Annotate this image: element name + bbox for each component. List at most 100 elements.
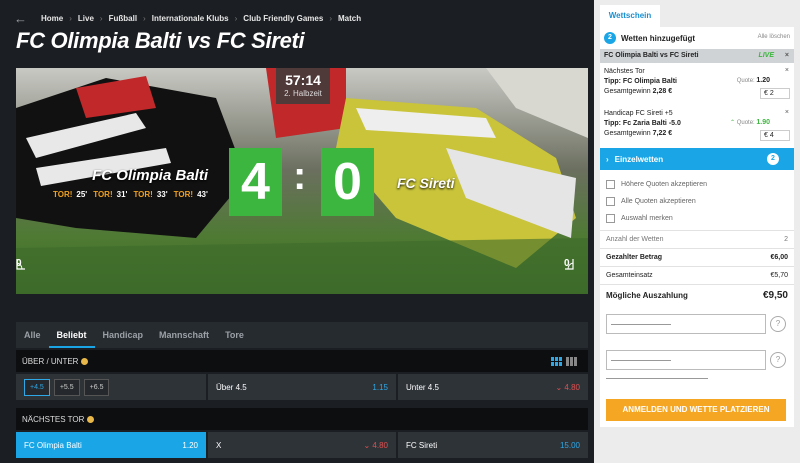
chevron-right-icon: › [69,13,72,23]
away-team-name: FC Sireti [397,175,455,191]
away-odds-button[interactable]: FC Sireti 15.00 [398,432,588,458]
over-under-row: +4.5 +5.5 +6.5 Über 4.5 1.15 Unter 4.5 ⌄… [16,374,588,400]
close-icon[interactable]: × [785,49,789,63]
page-title: FC Olimpia Balti vs FC Sireti [16,28,305,53]
over-odds-button[interactable]: Über 4.5 1.15 [208,374,396,400]
draw-odds-button[interactable]: X ⌄ 4.80 [208,432,396,458]
home-score: 4 [229,148,282,216]
betslip-header: 2 Wetten hinzugefügt Alle löschen [600,27,794,49]
home-odds-button[interactable]: FC Olimpia Balti 1.20 [16,432,206,458]
line-chip[interactable]: +5.5 [53,378,80,396]
grid-view-icon[interactable] [551,357,563,366]
chevron-right-icon: › [329,13,332,23]
checkbox[interactable] [606,214,615,223]
info-coin-icon [87,415,95,423]
bet-quote: Quote: 1.20 [736,77,770,84]
breadcrumb-competition[interactable]: Club Friendly Games [243,14,323,23]
breadcrumb-league[interactable]: Internationale Klubs [152,14,229,23]
market-tabs: Alle Beliebt Handicap Mannschaft Tore [16,322,588,348]
away-label: FC Sireti [406,440,438,450]
goal-label: TOR! [53,190,73,199]
next-goal-title: NÄCHSTES TOR [22,414,85,424]
summary-paid: Gezahlter Betrag €6,00 [600,248,794,266]
summary-stake: Gesamteinsatz €5,70 [600,266,794,284]
next-goal-header: NÄCHSTES TOR [16,408,588,430]
close-icon[interactable]: × [785,109,789,116]
under-odds-button[interactable]: Unter 4.5 ⌄ 4.80 [398,374,588,400]
singles-bar[interactable]: › Einzelwetten 2 [600,148,794,170]
close-icon[interactable]: × [785,67,789,74]
line-chip[interactable]: +4.5 [24,378,50,396]
match-clock: 57:14 2. Halbzeit [276,68,330,104]
draw-label: X [216,440,222,450]
betslip-match-name: FC Olimpia Balti vs FC Sireti [604,52,699,59]
help-icon[interactable]: ? [770,316,786,332]
away-corners: 0 [564,258,574,270]
breadcrumb-live[interactable]: Live [78,14,94,23]
home-corners: 0 [16,258,25,270]
help-icon[interactable]: ? [770,352,786,368]
breadcrumb-match[interactable]: Match [338,14,361,23]
clear-all-link[interactable]: Alle löschen [758,34,790,40]
away-score: 0 [321,148,374,216]
line-selector: +4.5 +5.5 +6.5 [16,374,206,400]
option-remember[interactable]: Auswahl merken [606,214,673,223]
breadcrumb-sport[interactable]: Fußball [109,14,137,23]
scoreboard-hero: 57:14 2. Halbzeit FC Olimpia Balti TOR! 2… [16,68,588,294]
divider [606,378,708,379]
score-separator: : [293,154,307,198]
tab-handicap[interactable]: Handicap [95,322,152,348]
over-label: Über 4.5 [216,382,247,392]
under-odds: ⌄ 4.80 [555,382,580,392]
goal-list: TOR! 25' TOR! 31' TOR! 33' TOR! 43' [53,190,210,199]
checkbox[interactable] [606,197,615,206]
goal-minute: 33' [156,190,168,199]
home-odds: 1.20 [182,440,198,450]
stake-input[interactable]: € 4 [760,130,790,141]
match-period: 2. Halbzeit [284,89,322,98]
singles-count-badge: 2 [767,153,779,165]
option-higher-odds[interactable]: Höhere Quoten akzeptieren [606,180,707,189]
chevron-right-icon: › [606,154,609,164]
betslip-panel: Wettschein 2 Wetten hinzugefügt Alle lös… [594,0,800,463]
bet-item: Nächstes Tor Tipp: FC Olimpia Balti Gesa… [600,67,794,99]
summary-payout: Mögliche Auszahlung €9,50 [600,284,794,306]
home-label: FC Olimpia Balti [24,440,82,450]
home-team-name: FC Olimpia Balti [92,167,208,184]
goal-label: TOR! [133,190,153,199]
match-time: 57:14 [285,72,321,88]
goal-minute: 25' [76,190,88,199]
arrow-left-icon[interactable]: ← [14,11,27,26]
live-badge: LIVE [758,52,774,59]
checkbox[interactable] [606,180,615,189]
login-field[interactable] [606,314,766,334]
added-label: Wetten hinzugefügt [621,33,696,43]
tab-mannschaft[interactable]: Mannschaft [151,322,217,348]
breadcrumb-home[interactable]: Home [41,14,63,23]
draw-odds: ⌄ 4.80 [363,440,388,450]
bet-market: Handicap FC Sireti +5 [604,110,673,117]
goal-label: TOR! [93,190,113,199]
view-toggle [551,357,578,366]
stake-input[interactable]: € 2 [760,88,790,99]
chevron-right-icon: › [143,13,146,23]
breadcrumb: ← Home › Live › Fußball › Internationale Kl… [14,11,361,26]
corner-flag-icon [565,259,574,270]
password-field[interactable] [606,350,766,370]
tab-alle[interactable]: Alle [16,322,49,348]
bet-market: Nächstes Tor [604,68,645,75]
tab-wettschein[interactable]: Wettschein [600,5,660,27]
list-view-icon[interactable] [566,357,578,366]
summary-bet-count: Anzahl der Wetten 2 [600,230,794,248]
login-and-place-bet-button[interactable]: ANMELDEN UND WETTE PLATZIEREN [606,399,786,421]
betslip: 2 Wetten hinzugefügt Alle löschen FC Oli… [600,27,794,427]
goal-minute: 31' [116,190,128,199]
tab-tore[interactable]: Tore [217,322,252,348]
added-count-badge: 2 [604,32,616,44]
under-label: Unter 4.5 [406,382,439,392]
option-all-odds[interactable]: Alle Quoten akzeptieren [606,197,696,206]
away-odds: 15.00 [559,440,580,450]
singles-label: Einzelwetten [614,154,664,164]
tab-beliebt[interactable]: Beliebt [48,322,95,348]
line-chip[interactable]: +6.5 [83,378,110,396]
